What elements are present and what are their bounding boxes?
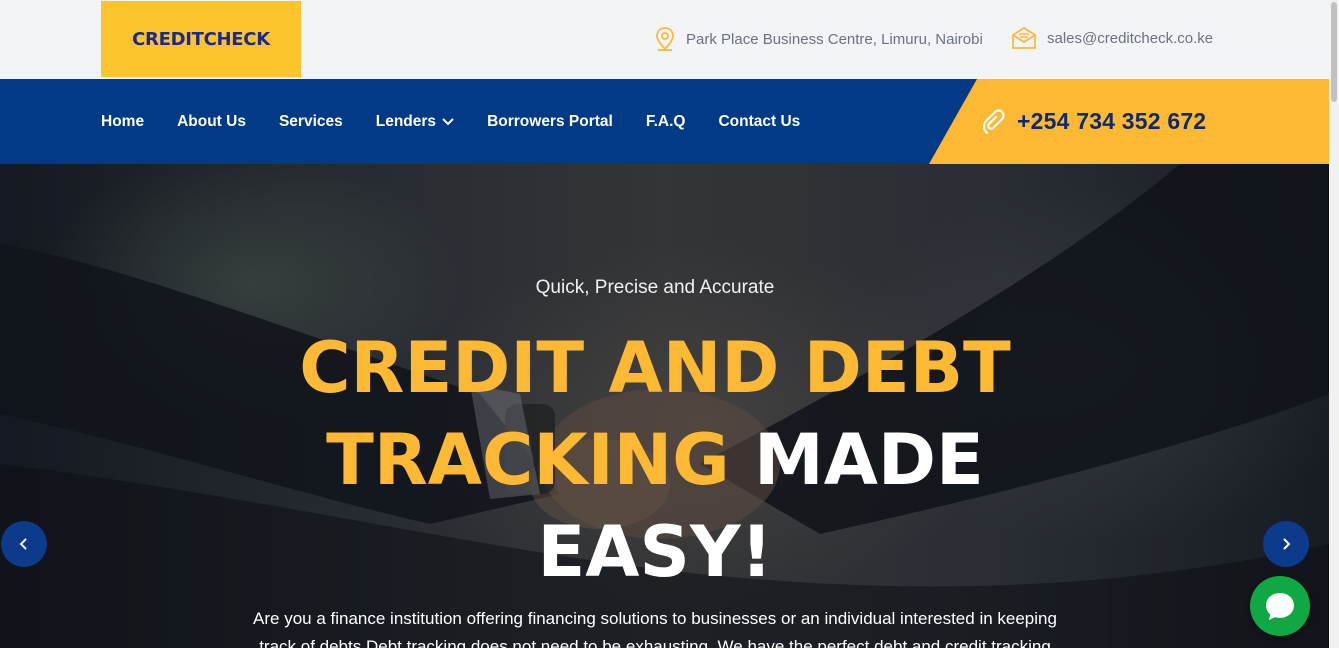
- hero-headline: CREDIT AND DEBT TRACKING MADE EASY!: [0, 322, 1310, 598]
- site-logo[interactable]: CREDITCHECK: [101, 1, 301, 77]
- phone-icon: [982, 108, 1005, 134]
- nav-item-home[interactable]: Home: [101, 113, 144, 131]
- address-text: Park Place Business Centre, Limuru, Nair…: [686, 30, 983, 48]
- headline-line-1: CREDIT AND DEBT: [299, 327, 1011, 409]
- nav-item-borrowers-portal[interactable]: Borrowers Portal: [487, 113, 613, 131]
- hero-content: Quick, Precise and Accurate CREDIT AND D…: [0, 164, 1310, 648]
- hero-slider: Quick, Precise and Accurate CREDIT AND D…: [0, 164, 1329, 648]
- slider-next-button[interactable]: [1263, 521, 1309, 567]
- nav-item-services[interactable]: Services: [279, 113, 343, 131]
- envelope-icon: [1012, 26, 1036, 49]
- primary-nav: Home About Us Services Lenders Borrowers…: [101, 79, 833, 164]
- nav-item-faq[interactable]: F.A.Q: [646, 113, 686, 131]
- headline-line-2-gold: TRACKING: [326, 419, 730, 501]
- page-scrollbar[interactable]: [1329, 0, 1339, 648]
- slider-prev-button[interactable]: [1, 521, 47, 567]
- chevron-left-icon: [19, 538, 27, 550]
- logo-text: CREDITCHECK: [132, 28, 270, 50]
- hero-subtitle: Quick, Precise and Accurate: [535, 277, 775, 298]
- email-text[interactable]: sales@creditcheck.co.ke: [1047, 30, 1213, 47]
- main-navbar: Home About Us Services Lenders Borrowers…: [0, 79, 1329, 164]
- nav-item-about-us[interactable]: About Us: [177, 113, 246, 131]
- email-contact[interactable]: sales@creditcheck.co.ke: [1011, 26, 1213, 50]
- phone-callout[interactable]: +254 734 352 672: [929, 79, 1329, 164]
- scrollbar-thumb[interactable]: [1331, 2, 1337, 102]
- nav-item-contact-us[interactable]: Contact Us: [718, 113, 800, 131]
- nav-item-lenders-label: Lenders: [375, 112, 437, 130]
- chat-widget-button[interactable]: [1250, 576, 1310, 636]
- headline-line-3: EASY!: [537, 511, 773, 593]
- chat-bubble-icon: [1266, 593, 1294, 620]
- chevron-down-icon: [442, 117, 454, 125]
- headline-line-2-white: MADE: [729, 419, 984, 501]
- top-bar: CREDITCHECK Park Place Business Centre, …: [0, 0, 1329, 79]
- chevron-right-icon: [1283, 538, 1291, 550]
- hero-description: Are you a finance institution offering f…: [253, 609, 1057, 648]
- phone-number[interactable]: +254 734 352 672: [1017, 108, 1206, 135]
- map-pin-icon: [656, 27, 674, 51]
- address-contact: Park Place Business Centre, Limuru, Nair…: [654, 26, 983, 52]
- nav-item-lenders[interactable]: Lenders: [376, 113, 454, 131]
